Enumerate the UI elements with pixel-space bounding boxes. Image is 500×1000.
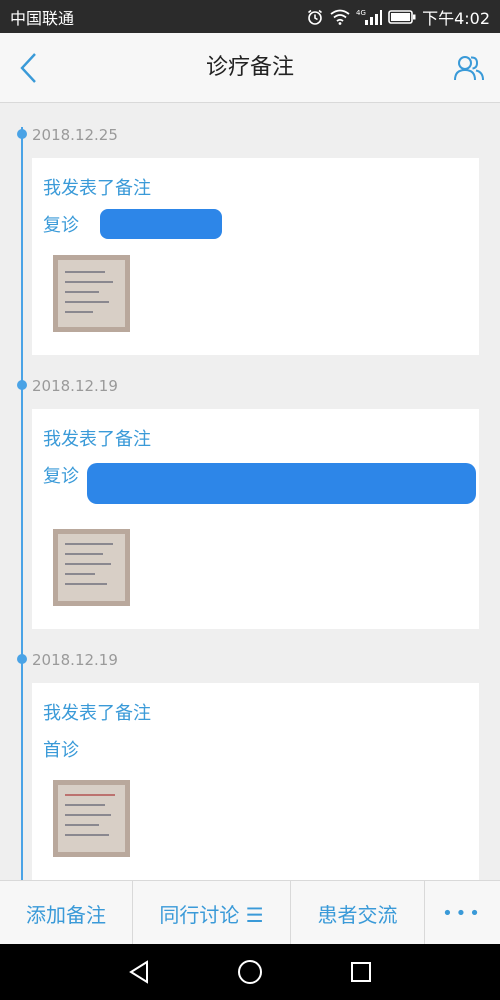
note-card[interactable]: 我发表了备注 复诊 <box>32 158 479 355</box>
group-members-button[interactable] <box>452 51 486 85</box>
patient-chat-button[interactable]: 患者交流 <box>291 881 425 945</box>
note-author: 我发表了备注 <box>43 703 151 724</box>
system-nav-bar <box>0 944 500 1000</box>
timeline-dot <box>17 380 27 390</box>
note-visit-type: 复诊 <box>43 466 79 487</box>
note-card[interactable]: 我发表了备注 首诊 <box>32 683 479 880</box>
entry-date: 2018.12.25 <box>32 126 118 144</box>
notes-timeline[interactable]: 2018.12.25 我发表了备注 复诊 2018.12.19 我发表了备注 复… <box>0 103 500 880</box>
nav-home-button[interactable] <box>236 958 264 986</box>
note-visit-type: 首诊 <box>43 740 79 761</box>
circle-home-icon <box>238 960 262 984</box>
clock-time: 下午4:02 <box>422 8 490 28</box>
more-button[interactable]: ••• <box>425 881 500 945</box>
note-author: 我发表了备注 <box>43 429 151 450</box>
battery-icon <box>388 9 416 24</box>
note-author: 我发表了备注 <box>43 178 151 199</box>
note-image-thumbnail[interactable] <box>53 255 130 332</box>
entry-date: 2018.12.19 <box>32 651 118 669</box>
entry-date: 2018.12.19 <box>32 377 118 395</box>
alarm-icon <box>306 8 324 26</box>
status-bar: 中国联通 4G 下午4:02 <box>0 0 500 33</box>
timeline-line <box>21 127 23 880</box>
svg-text:4G: 4G <box>356 9 366 17</box>
add-note-button[interactable]: 添加备注 <box>0 881 133 945</box>
note-image-thumbnail[interactable] <box>53 529 130 606</box>
bottom-toolbar: 添加备注 同行讨论 ☰ 患者交流 ••• <box>0 880 500 945</box>
triangle-back-icon <box>129 960 148 984</box>
cellular-signal-icon: 4G <box>356 8 383 26</box>
redacted-block <box>100 209 222 239</box>
status-icons: 4G 下午4:02 <box>306 5 490 29</box>
square-recents-icon <box>351 962 371 982</box>
users-icon <box>454 56 484 81</box>
note-card[interactable]: 我发表了备注 复诊 <box>32 409 479 629</box>
app-header: 诊疗备注 <box>0 33 500 103</box>
timeline-dot <box>17 129 27 139</box>
redacted-block <box>87 463 476 504</box>
back-button[interactable] <box>12 51 46 85</box>
nav-recents-button[interactable] <box>347 958 375 986</box>
wifi-icon <box>330 9 350 25</box>
note-image-thumbnail[interactable] <box>53 780 130 857</box>
chevron-left-icon <box>20 53 36 83</box>
timeline-dot <box>17 654 27 664</box>
peer-discussion-button[interactable]: 同行讨论 ☰ <box>133 881 291 945</box>
nav-back-button[interactable] <box>125 958 153 986</box>
note-visit-type: 复诊 <box>43 215 79 236</box>
carrier-label: 中国联通 <box>10 8 75 28</box>
page-title: 诊疗备注 <box>205 55 294 80</box>
